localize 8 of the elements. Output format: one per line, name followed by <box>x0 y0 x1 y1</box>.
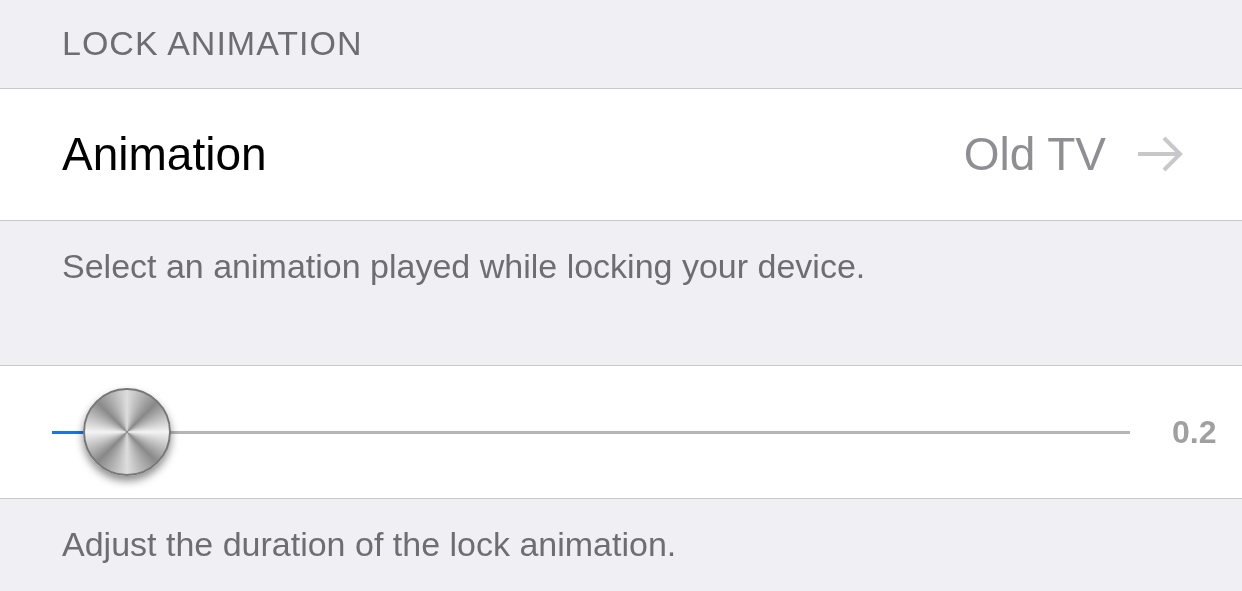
animation-row[interactable]: Animation Old TV <box>0 87 1242 221</box>
section-header: LOCK ANIMATION <box>62 24 363 64</box>
row-value: Old TV <box>963 127 1106 182</box>
footer-text: Adjust the duration of the lock animation. <box>62 525 677 564</box>
footer-text: Select an animation played while locking your device. <box>62 246 866 285</box>
slider-reading: 0.2 <box>1172 413 1218 451</box>
row-label: Animation <box>62 127 268 182</box>
slider-thumb[interactable] <box>83 388 172 477</box>
